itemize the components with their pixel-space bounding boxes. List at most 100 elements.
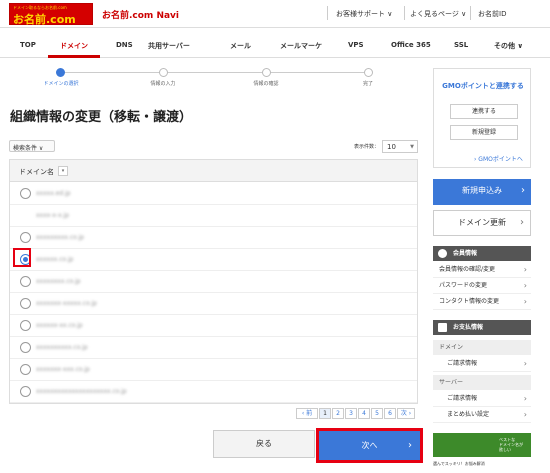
domain-name: xxxxxxxxxx.co.jp [36, 344, 88, 351]
promo-banner[interactable]: ベストな ドメイン名が 欲しい [433, 433, 531, 457]
banner-caption[interactable]: 選んでスッキリ！お悩み解消 [433, 461, 485, 467]
nav-office365[interactable]: Office 365 [391, 41, 431, 49]
pager-page[interactable]: 5 [371, 408, 383, 419]
table-row[interactable]: xxxxxxx-xxxxx.co.jp [10, 293, 417, 315]
header: ドメイン取るならお名前.com お名前.com お名前.com Navi お客様… [0, 0, 550, 28]
new-apply-button[interactable]: 新規申込み › [433, 179, 531, 205]
domain-renew-label: ドメイン更新 [458, 218, 506, 227]
member-info-title: 会員情報 [453, 250, 478, 257]
chevron-right-icon: › [523, 281, 527, 290]
gmo-point-link[interactable]: › GMOポイントへ [474, 154, 523, 163]
domain-name: xxxxxxxxxxxxxxxxxxxxx.co.jp [36, 388, 127, 395]
pager-prev[interactable]: ‹ 前 [296, 408, 318, 419]
step-dot-1 [56, 68, 65, 77]
per-page-value: 10 [387, 143, 396, 151]
bulk-payment-label: まとめ払い設定 [447, 411, 490, 418]
per-page-label: 表示件数： [354, 144, 380, 150]
member-info-edit-link[interactable]: 会員情報の確認/変更 › [433, 262, 531, 278]
step-dot-4 [364, 68, 373, 77]
header-divider [470, 6, 471, 20]
progress-line [61, 72, 369, 73]
sort-icon[interactable]: ▾ [58, 166, 68, 176]
table-row[interactable]: xxxxxxxx.co.jp [10, 271, 417, 293]
payment-icon [438, 323, 447, 332]
domain-radio[interactable] [20, 298, 31, 309]
onamae-logo[interactable]: ドメイン取るならお名前.com お名前.com [9, 3, 93, 26]
domain-name: xxxxxx-xx.co.jp [36, 322, 83, 329]
domain-name: xxxxxx.co.jp [36, 256, 74, 263]
table-row[interactable]: xxxxxxxxxx.co.jp [10, 337, 417, 359]
contact-change-label: コンタクト情報の変更 [439, 298, 500, 305]
chevron-down-icon: ▼ [410, 144, 414, 150]
domain-name: xxxx-x-x.jp [36, 212, 70, 219]
domain-name: xxxxxxxxx.co.jp [36, 234, 85, 241]
step-dot-2 [159, 68, 168, 77]
domain-radio[interactable] [20, 364, 31, 375]
gmo-register-button[interactable]: 新規登録 [450, 125, 518, 140]
domain-radio[interactable] [20, 188, 31, 199]
nav-ssl[interactable]: SSL [454, 41, 468, 49]
banner-text: ベストな ドメイン名が 欲しい [499, 437, 523, 452]
domain-radio[interactable] [20, 276, 31, 287]
nav-top[interactable]: TOP [20, 41, 36, 49]
domain-radio[interactable] [20, 232, 31, 243]
pager-page[interactable]: 3 [345, 408, 357, 419]
nav-shared-server[interactable]: 共用サーバー [148, 41, 190, 51]
contact-change-link[interactable]: コンタクト情報の変更 › [433, 294, 531, 310]
server-subheader: サーバー [433, 375, 531, 390]
domain-radio[interactable] [20, 386, 31, 397]
frequent-pages-menu[interactable]: よく見るページ ∨ [410, 9, 466, 19]
pager-page[interactable]: 2 [332, 408, 344, 419]
nav-mail-marketing[interactable]: メールマーケ [280, 41, 322, 51]
domain-billing-link[interactable]: ご請求情報 › [433, 356, 531, 372]
chevron-right-icon: › [521, 185, 525, 196]
pager-page[interactable]: 6 [384, 408, 396, 419]
step-label-4: 完了 [362, 81, 373, 87]
search-conditions-button[interactable]: 検索条件 ∨ [9, 140, 55, 152]
nav-domain[interactable]: ドメイン [60, 41, 88, 51]
table-row[interactable]: xxxxxx.co.jp [10, 249, 417, 271]
server-billing-link[interactable]: ご請求情報 › [433, 391, 531, 407]
domain-radio[interactable] [20, 320, 31, 331]
domain-billing-label: ご請求情報 [447, 360, 478, 367]
table-row[interactable]: xxxxxxxxxxxxxxxxxxxxx.co.jp [10, 381, 417, 403]
bulk-payment-link[interactable]: まとめ払い設定 › [433, 407, 531, 423]
member-info-header: 会員情報 [433, 246, 531, 261]
user-icon [438, 249, 447, 258]
table-row[interactable]: xxxxx.ed.jp [10, 183, 417, 205]
next-button[interactable]: 次へ › [316, 428, 423, 463]
site-title: お名前.com Navi [102, 11, 180, 21]
nav-mail[interactable]: メール [230, 41, 251, 51]
chevron-right-icon: › [520, 217, 524, 228]
domain-radio[interactable] [20, 342, 31, 353]
domain-renew-button[interactable]: ドメイン更新 › [433, 210, 531, 236]
password-change-link[interactable]: パスワードの変更 › [433, 278, 531, 294]
back-button[interactable]: 戻る [213, 430, 315, 458]
support-menu[interactable]: お客様サポート ∨ [336, 9, 392, 19]
domain-name: xxxxx.ed.jp [36, 190, 71, 197]
pager-page[interactable]: 4 [358, 408, 370, 419]
next-button-label: 次へ [361, 441, 378, 450]
step-label-2: 情報の入力 [150, 81, 176, 87]
table-row[interactable]: xxxxxxx-xxx.co.jp [10, 359, 417, 381]
payment-info-title: お支払情報 [453, 324, 484, 331]
gmo-point-box: GMOポイントと連携する 連携する 新規登録 › GMOポイントへ [433, 68, 531, 168]
header-divider [327, 6, 328, 20]
onamae-id: お名前ID [478, 10, 507, 18]
chevron-right-icon: › [523, 265, 527, 274]
nav-other[interactable]: その他 ∨ [494, 41, 523, 51]
table-row[interactable]: xxxx-x-x.jp [10, 205, 417, 227]
nav-dns[interactable]: DNS [116, 41, 133, 49]
domain-subheader: ドメイン [433, 340, 531, 355]
table-row[interactable]: xxxxxxxxx.co.jp [10, 227, 417, 249]
step-label-1: ドメインの選択 [43, 81, 79, 87]
per-page-select[interactable]: 10 ▼ [382, 140, 418, 153]
pager-next[interactable]: 次 › [397, 408, 415, 419]
pager-page[interactable]: 1 [319, 408, 331, 419]
gmo-link-button[interactable]: 連携する [450, 104, 518, 119]
table-header: ドメイン名 ▾ [10, 160, 417, 182]
step-dot-3 [262, 68, 271, 77]
nav-vps[interactable]: VPS [348, 41, 364, 49]
table-row[interactable]: xxxxxx-xx.co.jp [10, 315, 417, 337]
server-billing-label: ご請求情報 [447, 395, 478, 402]
